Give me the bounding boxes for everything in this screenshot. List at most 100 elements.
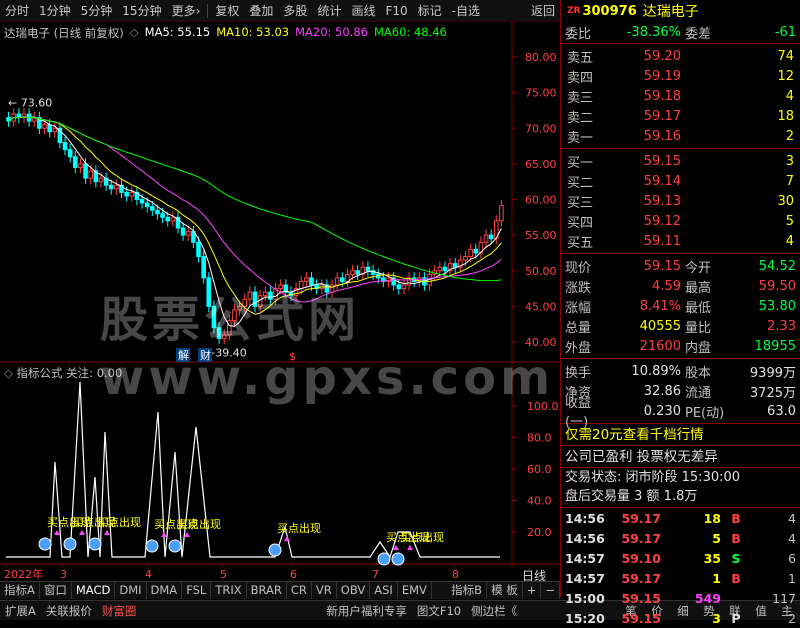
company-tag: 公司已盈利 投票权无差异 [561,445,800,467]
tick-price: 59.15 [621,590,661,606]
indicator-tab-emv[interactable]: EMV [398,582,432,599]
ask-row: 卖一 59.16 2 [561,126,800,146]
status-left-1[interactable]: 关联报价 [41,603,97,619]
tick-count: 2 [788,610,796,626]
toolbar-tool-3[interactable]: 统计 [312,1,346,21]
toolbar-tool-1[interactable]: 叠加 [244,1,278,21]
toolbar-period-2[interactable]: 5分钟 [76,1,118,21]
indicator-tab-right-1[interactable]: 模 板 [487,582,523,599]
indicator-tab-macd[interactable]: MACD [72,582,116,599]
buy-signal-dot [168,539,182,553]
indicator-tab-right-2[interactable]: + [523,582,542,599]
low-price-marker: ←39.40 [206,346,247,359]
ask-label: 卖一 [567,130,594,146]
toolbar-tool-4[interactable]: 画线 [346,1,380,21]
tick-time: 15:00 [565,590,605,606]
bid-row: 买五 59.11 4 [561,231,800,251]
toolbar-tool-6[interactable]: 标记 [413,1,447,21]
indicator-tab-obv[interactable]: OBV [337,582,371,599]
candle-body [262,291,268,297]
ask-price: 59.17 [643,108,681,124]
chart-area[interactable]: 80.00 75.00 70.00 65.00 60.00 55.00 50.00 45.00… [0,22,560,581]
tick-row: 15:20 59.15 3 P 2 [561,608,800,628]
stock-header: ZR 300976 达瑞电子 [560,0,800,22]
date-label: 6 [290,568,297,581]
bid-volume: 3 [785,153,794,169]
toolbar-period-1[interactable]: 1分钟 [34,1,76,21]
chart-restore-icon[interactable]: ◇ [130,25,139,41]
tick-list[interactable]: 14:56 59.17 18 B 4 14:56 59.17 5 B 4 14:57 59.10 35 S… [561,507,800,628]
indicator-tabs: 指标A 窗口 MACD DMI DMA FSL TRIX BRAR CR VR OBV ASI EMV 指… [0,581,560,599]
date-label: 8 [452,568,459,581]
indicator-tab-brar[interactable]: BRAR [247,582,287,599]
ask-volume: 74 [777,48,794,64]
quote-value: 40555 [639,318,681,334]
ma60-value: MA60: 48.46 [373,25,447,39]
indicator-tab-窗口[interactable]: 窗口 [40,582,72,599]
quote-value: 21600 [639,338,681,354]
indicator-tab-指标a[interactable]: 指标A [0,582,40,599]
status-left-0[interactable]: 扩展A [0,603,41,619]
price-axis-label: 80.00 [525,51,557,64]
bid-volume: 4 [785,233,794,249]
buy-signal-label: 买点出现 [97,515,141,529]
quote-label: 内盘 [685,340,712,356]
toolbar-period-3[interactable]: 15分钟 [117,1,166,21]
bid-price: 59.15 [643,153,681,169]
quote-row: 换手 10.89% 股本 9399万 [561,361,800,381]
toolbar-tool-0[interactable]: 复权 [210,1,244,21]
quote-value: 8.41% [639,298,681,314]
stock-code: 300976 [582,3,637,19]
status-mid-1[interactable]: 图文F10 [412,603,466,619]
toolbar-tool-5[interactable]: F10 [380,1,412,21]
quote-label: PE(动) [685,405,725,421]
bid-book: 买一 59.15 3 买二 59.14 7 买三 59.13 30 买四 59.12 5 买五 59.11… [561,149,800,254]
indicator-tab-asi[interactable]: ASI [370,582,398,599]
indicator-tab-trix[interactable]: TRIX [211,582,247,599]
candle-body [124,191,129,197]
buy-signal-label: 买点出现 [400,530,444,544]
indicator-axis-label: 40.0 [527,495,552,508]
kline-chart[interactable]: 80.00 75.00 70.00 65.00 60.00 55.00 50.00 45.00… [0,22,560,582]
toolbar-tool-2[interactable]: 多股 [278,1,312,21]
indicator-tab-fsl[interactable]: FSL [182,582,212,599]
buy-signal-arrow [161,532,167,537]
ma10-value: MA10: 53.03 [216,25,290,39]
indicator-tab-right-3[interactable]: − [541,582,560,599]
indicator-tab-dmi[interactable]: DMI [115,582,147,599]
quote-panel: 委比 -38.36% 委差 -61 卖五 59.20 74 卖四 59.19 12 卖三 59… [560,22,800,626]
candle-body [242,298,248,307]
indicator-tab-vr[interactable]: VR [312,582,337,599]
candle-body [339,277,345,282]
indicator-collapse-icon[interactable]: ◇ [4,366,13,380]
toolbar-tool-7[interactable]: -自选 [447,1,485,21]
indicator-tabs-right: 指标B 模 板 + − [447,582,560,599]
candle-body [206,277,212,307]
toolbar-period-0[interactable]: 分时 [0,1,34,21]
candle-body [355,270,360,275]
bid-row: 买四 59.12 5 [561,211,800,231]
after-hours-volume: 盘后交易量 3 额 1.8万 [565,489,698,504]
buy-signal-dot [391,552,405,566]
ma20-value: MA20: 50.86 [295,25,368,39]
status-mid-2[interactable]: 侧边栏《 [466,603,522,619]
ask-book: 卖五 59.20 74 卖四 59.19 12 卖三 59.18 4 卖二 59.17 18 卖一 59.… [561,44,800,149]
ask-row: 卖二 59.17 18 [561,106,800,126]
bid-volume: 5 [785,213,794,229]
indicator-tab-cr[interactable]: CR [287,582,312,599]
tick-row: 14:57 59.10 35 S 6 [561,548,800,568]
buy-signal-dot [88,537,102,551]
ask-row: 卖五 59.20 74 [561,46,800,66]
toolbar-period-4[interactable]: 更多› [167,1,206,21]
quote-stats: 现价 59.15 今开 54.52 涨跌 4.59 最高 59.50 涨幅 8.41% 最低 53.8… [561,254,800,359]
status-mid: 新用户福利专享 图文F10 侧边栏《 [321,603,522,619]
buy-signal-arrow [284,536,290,541]
back-button[interactable]: 返回 [526,1,560,21]
level2-promo-link[interactable]: 仅需20元查看千档行情 [561,423,800,445]
status-mid-0[interactable]: 新用户福利专享 [321,603,412,619]
status-left-2[interactable]: 财富圈 [97,603,142,619]
indicator-tab-right-0[interactable]: 指标B [447,582,488,599]
quote-value: 63.0 [767,403,796,419]
price-axis-label: 60.00 [525,194,557,207]
indicator-tab-dma[interactable]: DMA [147,582,183,599]
